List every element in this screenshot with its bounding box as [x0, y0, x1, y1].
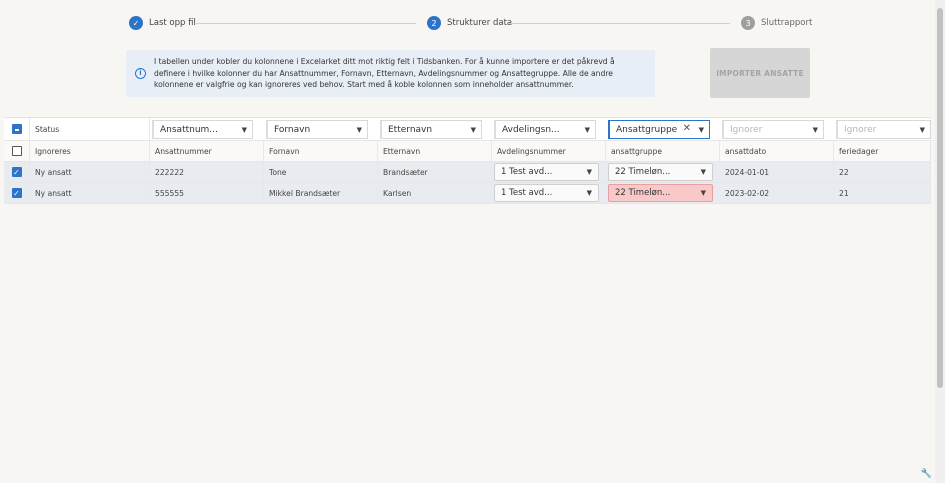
caret-down-icon: ▼ [470, 126, 476, 134]
select-all-checkbox[interactable] [11, 124, 22, 134]
ansattdato-cell: 2024-01-01 [720, 162, 834, 182]
source-cell: Fornavn [264, 141, 378, 161]
table-row[interactable]: ✓ Ny ansatt 222222 Tone Brandsæter 1 Tes… [4, 162, 931, 183]
step-label: Strukturer data [447, 18, 513, 28]
fornavn-cell: Tone [264, 162, 378, 182]
status-header: Status [30, 118, 150, 140]
step-label: Last opp fil [149, 18, 196, 28]
column-select-3[interactable]: Etternavn ▼ [380, 120, 482, 139]
column-mapping-row: Status Ansattnum... ▼ Fornavn ▼ Etternav… [4, 118, 931, 141]
status-cell: Ny ansatt [30, 183, 150, 203]
group-select[interactable]: 22 Timeløn... ▼ [608, 184, 713, 202]
source-cell: feriedager [834, 141, 931, 161]
ansattnummer-cell: 222222 [150, 162, 264, 182]
scrollbar-thumb[interactable] [937, 8, 943, 388]
feriedager-cell: 22 [834, 162, 931, 182]
caret-down-icon: ▼ [241, 126, 247, 134]
department-select[interactable]: 1 Test avd... ▼ [494, 163, 599, 181]
caret-down-icon: ▼ [700, 168, 706, 176]
step-number: 3 [741, 16, 755, 30]
row-checkbox-cell[interactable] [4, 141, 30, 161]
caret-down-icon: ▼ [586, 168, 592, 176]
fornavn-cell: Mikkel Brandsæter [264, 183, 378, 203]
status-cell: Ny ansatt [30, 162, 150, 182]
info-icon: i [135, 68, 146, 79]
row-checkbox-cell[interactable]: ✓ [4, 183, 30, 203]
step-connector [508, 23, 730, 24]
ansattdato-cell: 2023-02-02 [720, 183, 834, 203]
source-cell: ansattgruppe [606, 141, 720, 161]
caret-down-icon: ▼ [698, 126, 704, 134]
etternavn-cell: Karlsen [378, 183, 492, 203]
stepper: ✓ Last opp fil 2 Strukturer data 3 Slutt… [0, 14, 945, 34]
row-checkbox-cell[interactable]: ✓ [4, 162, 30, 182]
row-checkbox[interactable]: ✓ [11, 188, 22, 198]
column-select-7[interactable]: Ignorer ▼ [836, 120, 931, 139]
row-checkbox[interactable]: ✓ [11, 167, 22, 177]
table-row[interactable]: ✓ Ny ansatt 555555 Mikkel Brandsæter Kar… [4, 183, 931, 204]
select-all-cell[interactable] [4, 118, 30, 140]
step-sluttrapport[interactable]: 3 Sluttrapport [741, 14, 812, 32]
caret-down-icon: ▼ [356, 126, 362, 134]
department-select[interactable]: 1 Test avd... ▼ [494, 184, 599, 202]
import-employees-button[interactable]: IMPORTER ANSATTE [710, 48, 810, 98]
clear-icon[interactable]: ✕ [683, 123, 691, 134]
caret-down-icon: ▼ [812, 126, 818, 134]
source-cell: ansattdato [720, 141, 834, 161]
step-number: 2 [427, 16, 441, 30]
step-last-opp-fil[interactable]: ✓ Last opp fil [129, 14, 196, 32]
wrench-icon[interactable]: 🔧 [921, 469, 932, 479]
source-cell: Ansattnummer [150, 141, 264, 161]
step-label: Sluttrapport [761, 18, 813, 28]
info-box: i I tabellen under kobler du kolonnene i… [126, 50, 655, 97]
info-text: I tabellen under kobler du kolonnene i E… [154, 57, 615, 89]
check-icon: ✓ [129, 16, 143, 30]
source-cell: Etternavn [378, 141, 492, 161]
source-cell: Ignoreres [30, 141, 150, 161]
caret-down-icon: ▼ [584, 126, 590, 134]
row-checkbox[interactable] [11, 146, 22, 156]
etternavn-cell: Brandsæter [378, 162, 492, 182]
column-select-5[interactable]: Ansattgruppe ✕ ▼ [608, 120, 710, 139]
step-connector [196, 23, 416, 24]
column-select-6[interactable]: Ignorer ▼ [722, 120, 824, 139]
step-strukturer-data[interactable]: 2 Strukturer data [427, 14, 512, 32]
mapping-table: Status Ansattnum... ▼ Fornavn ▼ Etternav… [4, 117, 931, 204]
feriedager-cell: 21 [834, 183, 931, 203]
ansattnummer-cell: 555555 [150, 183, 264, 203]
column-select-1[interactable]: Ansattnum... ▼ [152, 120, 253, 139]
caret-down-icon: ▼ [586, 189, 592, 197]
caret-down-icon: ▼ [919, 126, 925, 134]
column-select-2[interactable]: Fornavn ▼ [266, 120, 368, 139]
source-cell: Avdelingsnummer [492, 141, 606, 161]
column-select-4[interactable]: Avdelingsn... ▼ [494, 120, 596, 139]
vertical-scrollbar[interactable] [935, 0, 945, 483]
group-select[interactable]: 22 Timeløn... ▼ [608, 163, 713, 181]
caret-down-icon: ▼ [700, 189, 706, 197]
source-header-row: Ignoreres Ansattnummer Fornavn Etternavn… [4, 141, 931, 162]
